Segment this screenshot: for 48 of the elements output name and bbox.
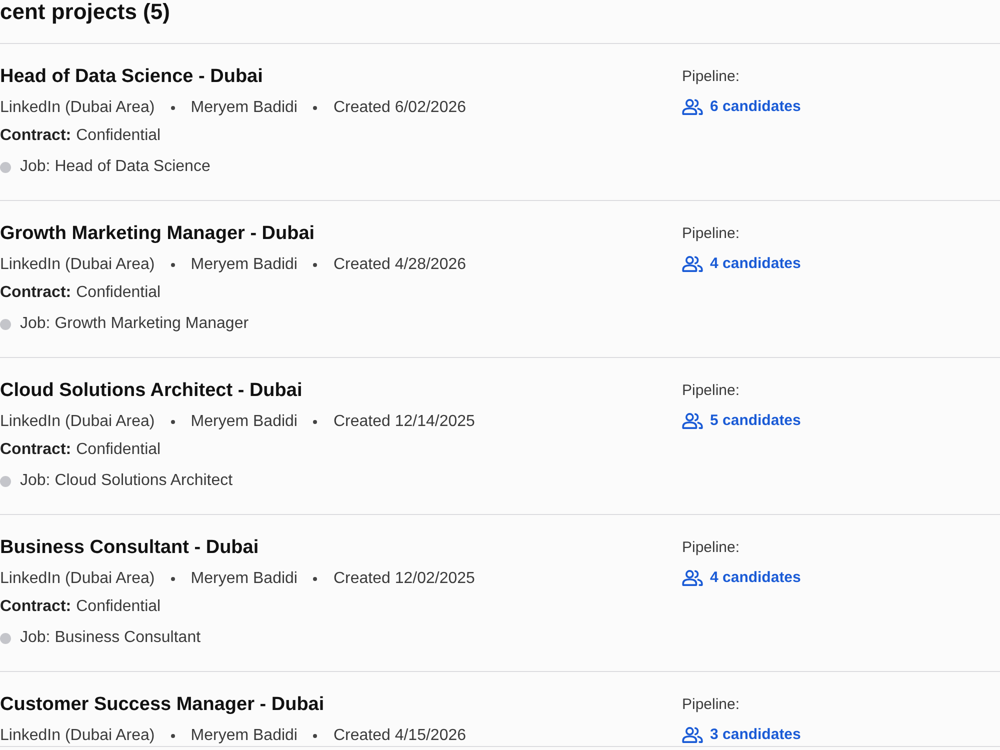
project-owner: Meryem Badidi bbox=[190, 569, 298, 589]
candidates-link[interactable]: 5 candidates bbox=[682, 411, 801, 431]
section-heading: cent projects (5) bbox=[0, 0, 170, 24]
job-link[interactable]: Job: Business Consultant bbox=[20, 628, 201, 648]
created-date: Created 6/02/2026 bbox=[333, 98, 466, 118]
contract-label: Contract: bbox=[0, 440, 72, 460]
candidates-link[interactable]: 4 candidates bbox=[682, 254, 801, 274]
project-source: LinkedIn (Dubai Area) bbox=[0, 255, 155, 275]
pipeline-label: Pipeline: bbox=[682, 381, 740, 401]
contract-label: Contract: bbox=[0, 126, 72, 146]
project-title[interactable]: Business Consultant - Dubai bbox=[0, 537, 259, 559]
contract-value: Confidential bbox=[76, 283, 161, 303]
project-owner: Meryem Badidi bbox=[190, 726, 298, 746]
contract-value: Confidential bbox=[76, 597, 161, 617]
candidates-link[interactable]: 4 candidates bbox=[682, 568, 801, 588]
candidates-link[interactable]: 3 candidates bbox=[682, 725, 801, 745]
project-source: LinkedIn (Dubai Area) bbox=[0, 569, 155, 589]
job-link[interactable]: Job: Head of Data Science bbox=[20, 157, 210, 177]
contract-value: Confidential bbox=[76, 126, 161, 146]
people-icon bbox=[682, 570, 703, 586]
project-owner: Meryem Badidi bbox=[190, 255, 298, 275]
contract-value: Confidential bbox=[76, 440, 161, 460]
pipeline-label: Pipeline: bbox=[682, 224, 740, 244]
project-source: LinkedIn (Dubai Area) bbox=[0, 412, 155, 432]
pipeline-label: Pipeline: bbox=[682, 67, 740, 87]
project-owner: Meryem Badidi bbox=[190, 98, 298, 118]
created-date: Created 12/02/2025 bbox=[333, 569, 475, 589]
candidates-link[interactable]: 6 candidates bbox=[682, 97, 801, 117]
project-owner: Meryem Badidi bbox=[190, 412, 298, 432]
project-title[interactable]: Growth Marketing Manager - Dubai bbox=[0, 223, 315, 245]
people-icon bbox=[682, 256, 703, 272]
project-title[interactable]: Cloud Solutions Architect - Dubai bbox=[0, 380, 302, 402]
created-date: Created 12/14/2025 bbox=[333, 412, 475, 432]
project-title[interactable]: Head of Data Science - Dubai bbox=[0, 66, 263, 88]
project-title[interactable]: Customer Success Manager - Dubai bbox=[0, 694, 324, 716]
contract-label: Contract: bbox=[0, 283, 72, 303]
pipeline-label: Pipeline: bbox=[682, 538, 740, 558]
project-source: LinkedIn (Dubai Area) bbox=[0, 726, 155, 746]
created-date: Created 4/28/2026 bbox=[333, 255, 466, 275]
pipeline-label: Pipeline: bbox=[682, 695, 740, 715]
project-source: LinkedIn (Dubai Area) bbox=[0, 98, 155, 118]
job-link[interactable]: Job: Growth Marketing Manager bbox=[20, 314, 249, 334]
created-date: Created 4/15/2026 bbox=[333, 726, 466, 746]
people-icon bbox=[682, 99, 703, 115]
people-icon bbox=[682, 413, 703, 429]
contract-label: Contract: bbox=[0, 597, 72, 617]
job-link[interactable]: Job: Cloud Solutions Architect bbox=[20, 471, 233, 491]
people-icon bbox=[682, 727, 703, 743]
